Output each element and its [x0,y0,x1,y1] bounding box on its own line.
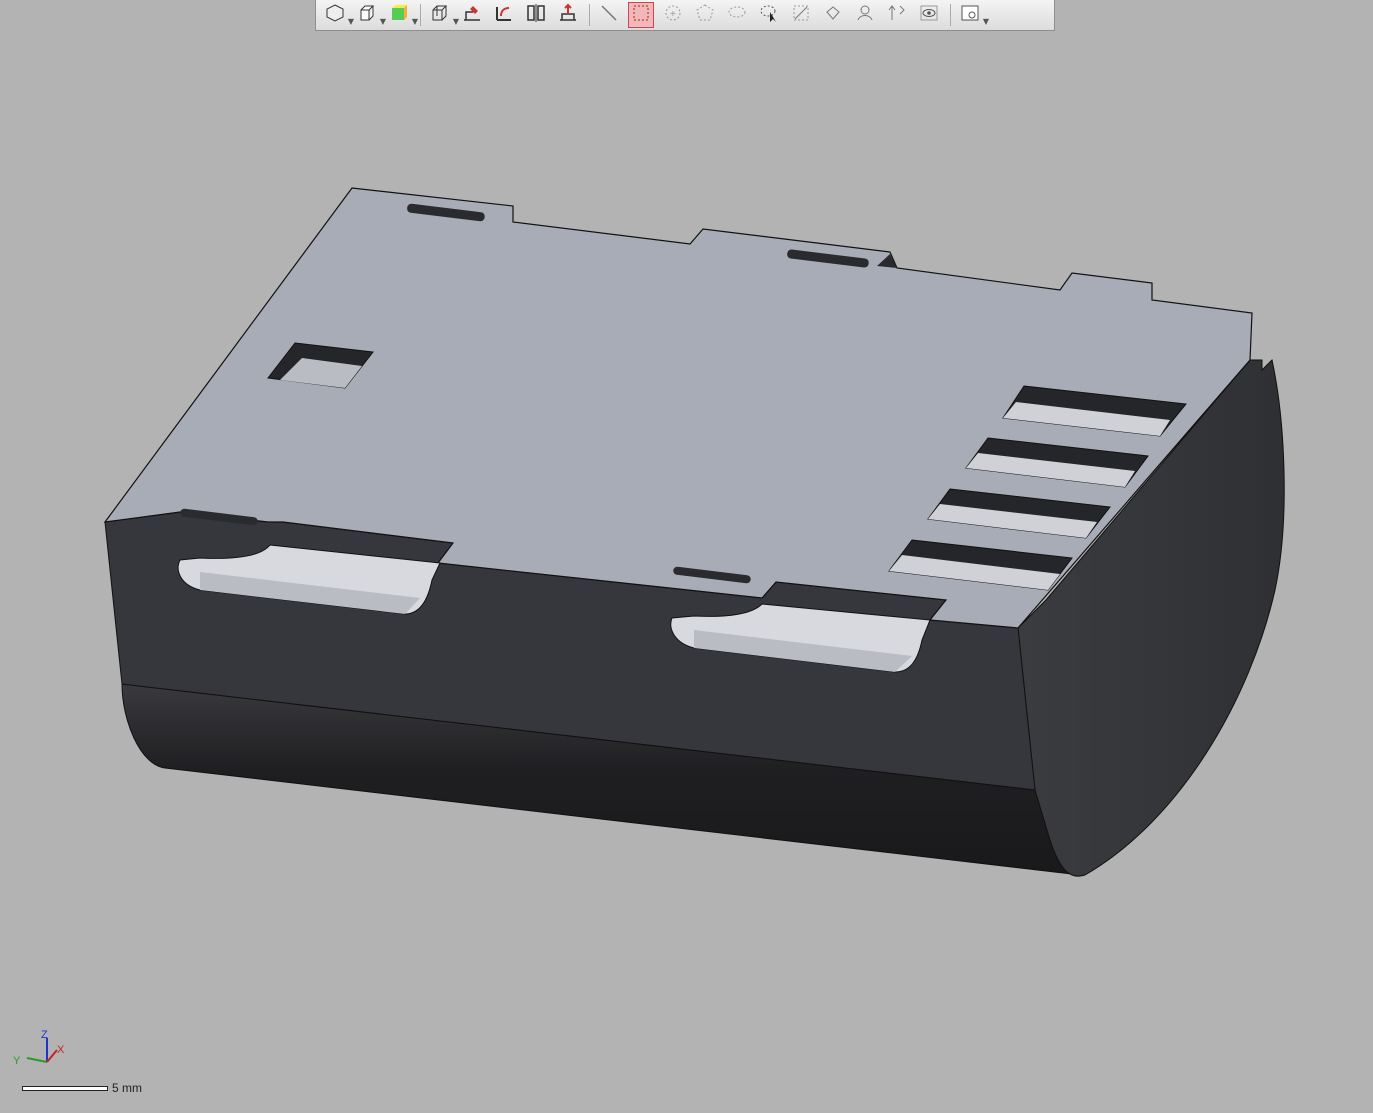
lasso-select-button[interactable] [724,2,750,28]
scale-bar: 5 mm [22,1081,142,1095]
triad-y-label: Y [13,1055,21,1067]
view-options-icon [959,2,981,29]
select-cursor-button[interactable] [756,2,782,28]
visibility-eye-button[interactable] [916,2,942,28]
shaded-appearance-icon [388,2,410,29]
scale-bar-line [22,1085,108,1091]
visibility-eye-icon [918,2,940,29]
scale-bar-label: 5 mm [112,1081,142,1095]
lasso-select-icon [726,2,748,29]
dimension-icon [493,2,515,29]
axis-select-icon [886,2,908,29]
display-style-button[interactable]: ▼ [354,2,386,29]
section-view-icon [429,2,451,29]
sketch-button[interactable] [459,2,485,28]
mirror-button[interactable] [523,2,549,28]
line-select-button[interactable] [596,2,622,28]
box-select-icon [630,2,652,29]
axis-triad: Z Y X [13,1029,65,1067]
dropdown-caret-icon[interactable]: ▼ [412,17,418,26]
dropdown-caret-icon[interactable]: ▼ [983,17,989,26]
box-select-button[interactable] [628,2,654,28]
display-style-icon [356,2,378,29]
view-orientation-button[interactable]: ▼ [322,2,354,29]
toolbar-separator [420,4,421,26]
face-select-icon [822,2,844,29]
line-select-icon [598,2,620,29]
battery-model[interactable] [0,32,1373,1113]
sketch-icon [461,2,483,29]
polygon-select-button[interactable] [692,2,718,28]
move-face-button[interactable] [555,2,581,28]
axis-select-button[interactable] [884,2,910,28]
select-cursor-icon [758,2,780,29]
graphics-toolbar: ▼ ▼ ▼ ▼ + ▼ [315,0,1055,31]
dimension-button[interactable] [491,2,517,28]
circle-select-icon: + [662,2,684,29]
view-options-button[interactable]: ▼ [957,2,989,29]
triad-x-label: X [57,1044,65,1056]
move-face-icon [557,2,579,29]
circle-select-button[interactable]: + [660,2,686,28]
body-select-icon [854,2,876,29]
body-select-button[interactable] [852,2,878,28]
shaded-appearance-button[interactable]: ▼ [386,2,418,29]
view-orientation-icon [324,2,346,29]
mirror-icon [525,2,547,29]
svg-text:+: + [670,9,676,20]
3d-viewport[interactable] [0,32,1373,1113]
section-view-button[interactable]: ▼ [427,2,459,29]
toolbar-separator [950,4,951,26]
edge-select-button[interactable] [788,2,814,28]
toolbar-separator [589,4,590,26]
polygon-select-icon [694,2,716,29]
triad-z-label: Z [41,1029,48,1041]
edge-select-icon [790,2,812,29]
face-select-button[interactable] [820,2,846,28]
